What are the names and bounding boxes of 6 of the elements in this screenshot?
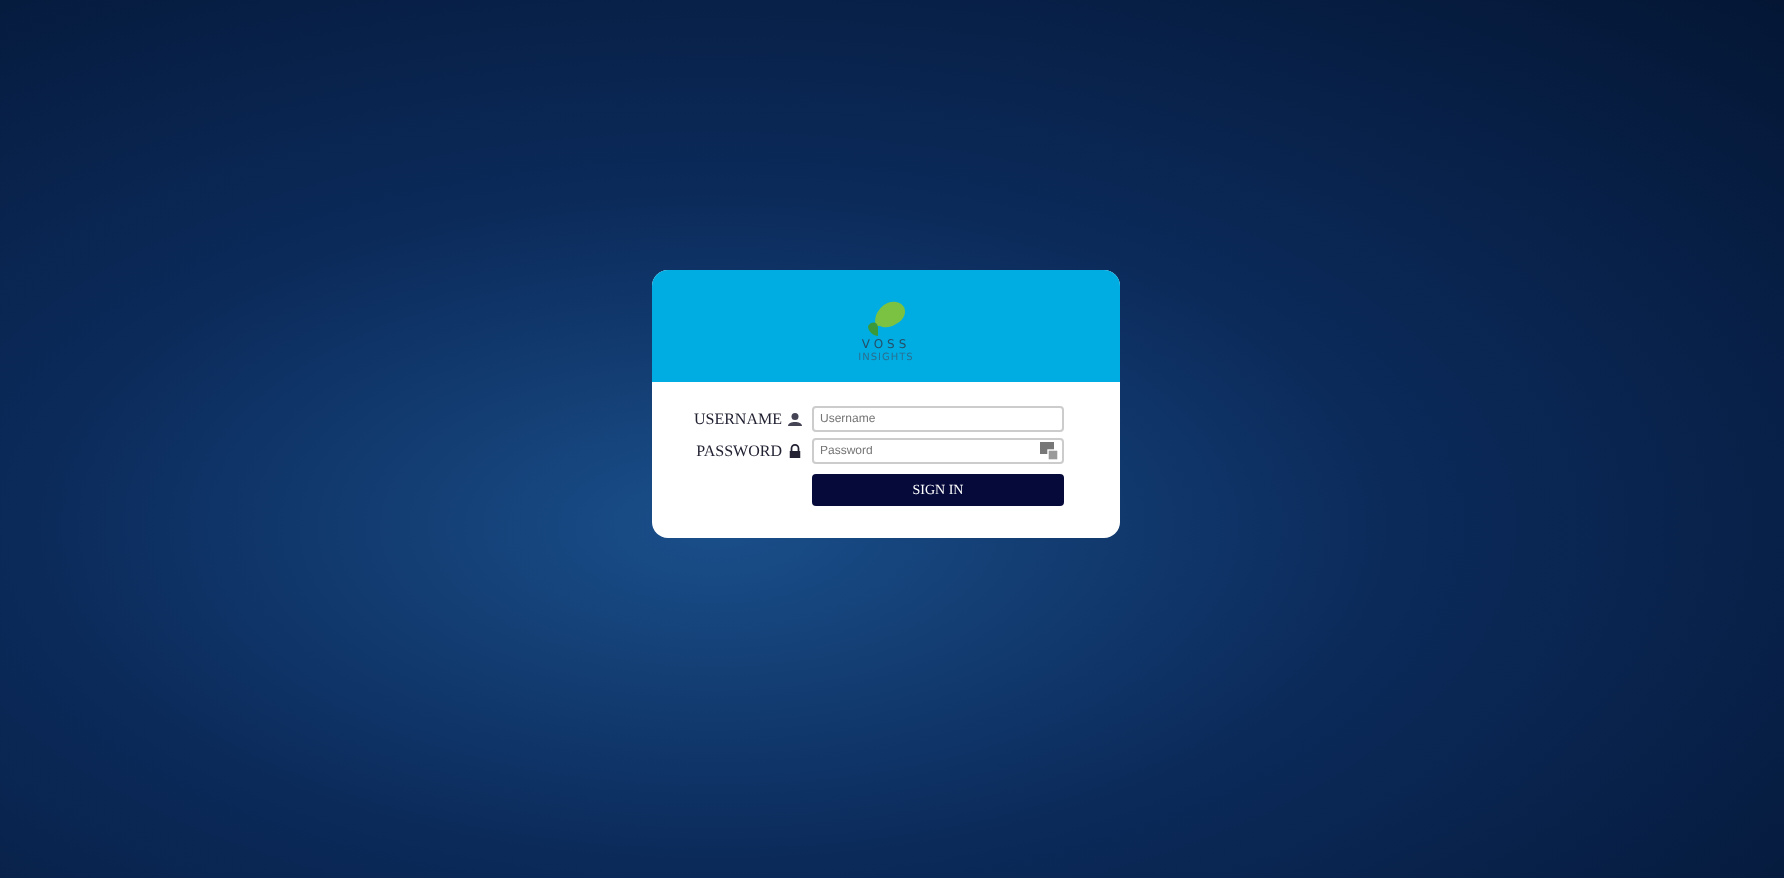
keyboard-icon[interactable] (1040, 442, 1058, 460)
field-label: PASSWORD (696, 442, 782, 460)
field-label: USERNAME (693, 410, 782, 428)
lock-icon (788, 444, 802, 458)
person-icon (788, 412, 802, 426)
leaf-logo-icon (864, 297, 908, 337)
